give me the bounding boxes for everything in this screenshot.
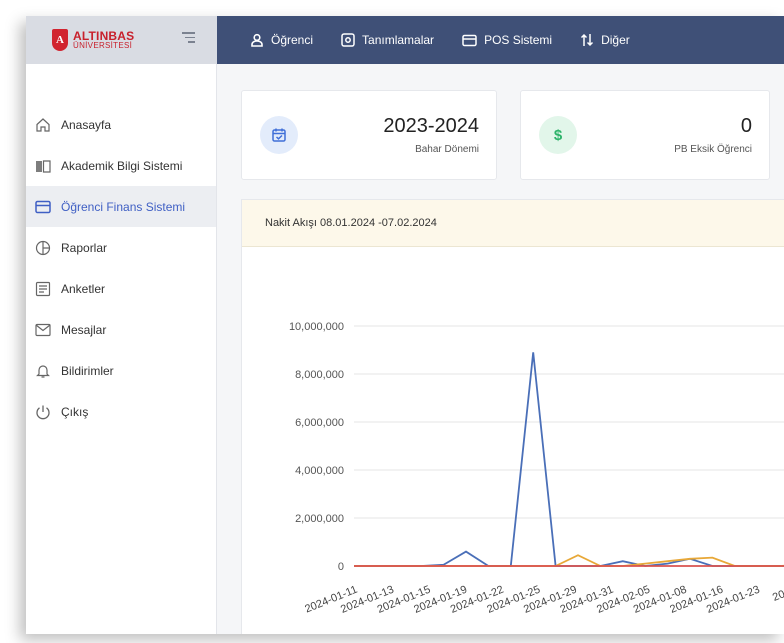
sidebar: Anasayfa Akademik Bilgi Sistemi Öğrenci … — [26, 64, 217, 634]
y-tick-label: 4,000,000 — [295, 465, 344, 477]
sidebar-item-ogrenci-finans-sistemi[interactable]: Öğrenci Finans Sistemi — [26, 186, 216, 227]
university-logo-icon: A — [52, 29, 68, 51]
missing-student-card: $ 0 PB Eksik Öğrenci — [520, 90, 770, 180]
sidebar-item-label: Çıkış — [61, 404, 89, 419]
credit-card-icon — [462, 34, 477, 46]
power-icon — [36, 405, 50, 419]
nav-pos-sistemi[interactable]: POS Sistemi — [462, 33, 552, 47]
nav-diger[interactable]: Diğer — [580, 33, 630, 47]
bell-icon — [36, 364, 50, 378]
y-tick-label: 8,000,000 — [295, 369, 344, 381]
x-tick-label: 2024 — [771, 584, 784, 604]
app-window: A ALTINBAS ÜNİVERSİTESİ Öğrenci Tanımlam… — [26, 16, 784, 634]
sidebar-item-label: Bildirimler — [61, 363, 114, 378]
logo-text: ALTINBAS ÜNİVERSİTESİ — [73, 30, 134, 50]
pie-chart-icon — [35, 240, 51, 255]
calendar-check-icon — [260, 116, 298, 154]
series-line-1 — [354, 554, 784, 567]
nav-ogrenci-label: Öğrenci — [271, 33, 314, 47]
list-icon — [35, 281, 51, 296]
logo-sub: ÜNİVERSİTESİ — [73, 41, 133, 50]
sidebar-item-label: Öğrenci Finans Sistemi — [61, 199, 186, 214]
term-card: 2023-2024 Bahar Dönemi — [241, 90, 497, 180]
cash-flow-chart: 0 2,000,000 4,000,000 6,000,000 8,000,000 10,… — [289, 321, 784, 616]
cash-flow-title: Nakit Akışı 08.01.2024 -07.02.2024 — [242, 200, 784, 247]
y-tick-label: 0 — [338, 561, 344, 573]
sidebar-item-label: Mesajlar — [61, 322, 107, 337]
term-label: Bahar Dönemi — [415, 144, 479, 155]
y-tick-label: 10,000,000 — [289, 321, 344, 333]
sidebar-item-anketler[interactable]: Anketler — [26, 268, 216, 309]
sidebar-item-mesajlar[interactable]: Mesajlar — [26, 309, 216, 350]
swap-icon — [581, 33, 594, 47]
missing-student-value: 0 — [740, 115, 752, 137]
sidebar-item-label: Anketler — [61, 281, 106, 296]
nav-tanimlamalar-label: Tanımlamalar — [362, 33, 435, 47]
credit-card-icon — [35, 200, 51, 213]
nav-diger-label: Diğer — [601, 33, 630, 47]
sidebar-item-label: Akademik Bilgi Sistemi — [61, 158, 183, 173]
sidebar-item-label: Anasayfa — [61, 117, 112, 132]
menu-toggle-icon[interactable] — [182, 32, 195, 46]
logo-area[interactable]: A ALTINBAS ÜNİVERSİTESİ — [26, 16, 217, 64]
sidebar-item-anasayfa[interactable]: Anasayfa — [26, 104, 216, 145]
sidebar-item-cikis[interactable]: Çıkış — [26, 391, 216, 432]
nav-ogrenci[interactable]: Öğrenci — [250, 33, 313, 47]
book-icon — [36, 159, 51, 173]
series-line-0 — [354, 352, 784, 567]
y-tick-label: 2,000,000 — [295, 513, 344, 525]
home-icon — [36, 117, 50, 132]
term-value: 2023-2024 — [383, 115, 479, 137]
sidebar-item-raporlar[interactable]: Raporlar — [26, 227, 216, 268]
sidebar-item-akademik-bilgi-sistemi[interactable]: Akademik Bilgi Sistemi — [26, 145, 216, 186]
sidebar-item-label: Raporlar — [61, 240, 108, 255]
nav-pos-sistemi-label: POS Sistemi — [484, 33, 553, 47]
cash-flow-panel: Nakit Akışı 08.01.2024 -07.02.2024 0 2,00… — [241, 199, 784, 634]
user-icon — [251, 33, 263, 47]
sidebar-item-bildirimler[interactable]: Bildirimler — [26, 350, 216, 391]
nav-tanimlamalar[interactable]: Tanımlamalar — [341, 33, 434, 47]
settings-box-icon — [341, 33, 355, 47]
missing-student-label: PB Eksik Öğrenci — [674, 144, 752, 155]
mail-icon — [35, 323, 51, 336]
top-navigation: Öğrenci Tanımlamalar POS Sistemi Diğer — [217, 16, 784, 64]
dollar-icon: $ — [539, 116, 577, 154]
y-tick-label: 6,000,000 — [295, 417, 344, 429]
